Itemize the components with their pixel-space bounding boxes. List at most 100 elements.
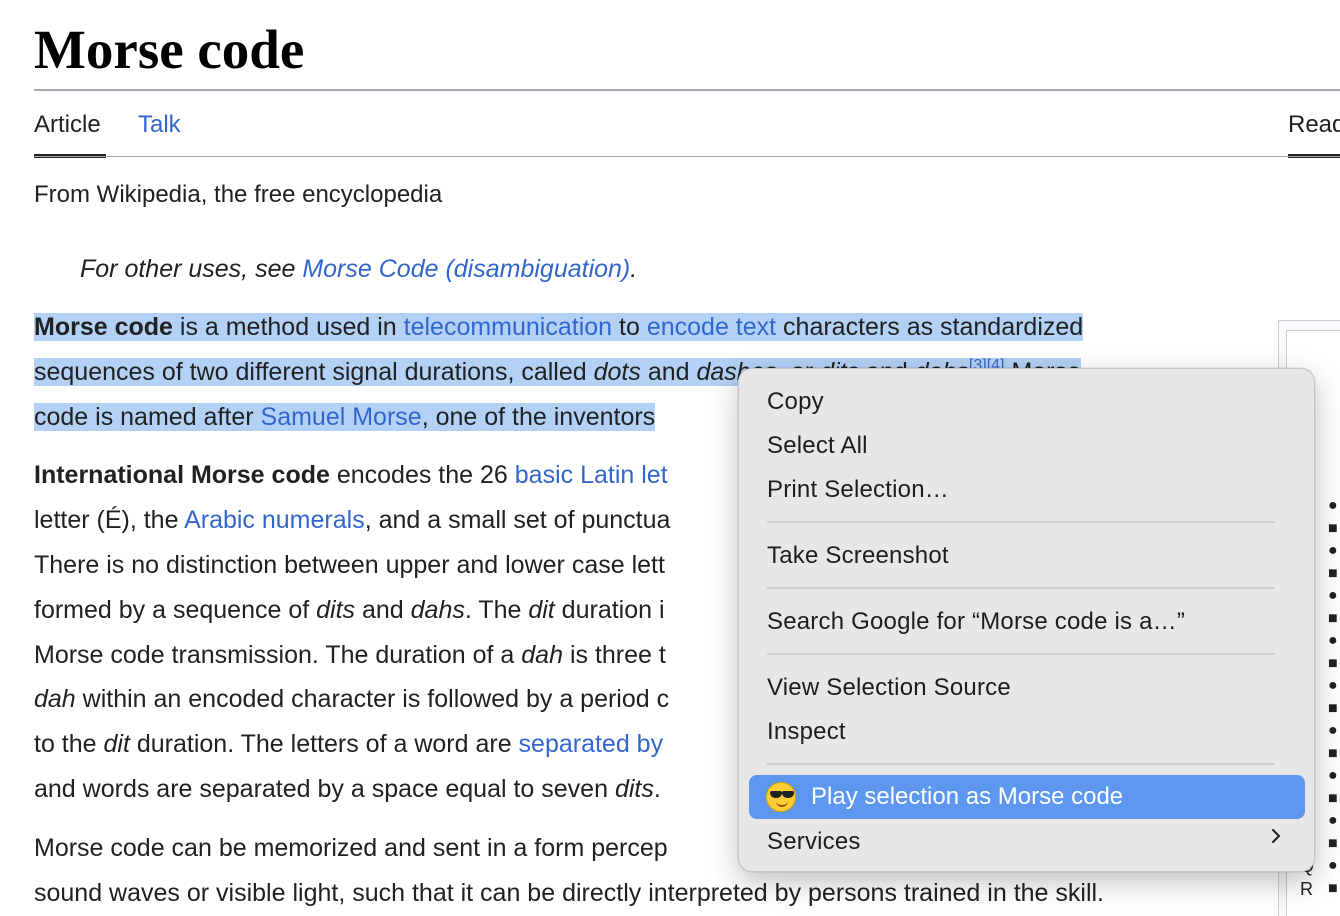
- paragraph-2-line-5: Morse code transmission. The duration of…: [34, 638, 666, 672]
- text: within an encoded character is followed …: [75, 685, 670, 713]
- paragraph-1-line-1: Morse code is a method used in telecommu…: [34, 310, 1084, 344]
- site-tagline: From Wikipedia, the free encyclopedia: [34, 181, 443, 208]
- bold-term: Morse code: [34, 313, 173, 341]
- morse-symbol: ●: [1328, 587, 1338, 604]
- morse-symbol: ■: [1328, 699, 1338, 717]
- text: dots: [593, 358, 641, 386]
- morse-letter: R: [1300, 878, 1313, 899]
- tab-read[interactable]: Read: [1288, 110, 1340, 140]
- link-telecommunication[interactable]: telecommunication: [404, 313, 612, 341]
- morse-symbol: ●: [1328, 812, 1338, 829]
- text: letter (É), the: [34, 506, 185, 534]
- link-arabic-numerals[interactable]: Arabic numerals: [184, 506, 365, 534]
- page-title: Morse code: [34, 19, 305, 80]
- text: is a method used in: [172, 313, 404, 341]
- text: , one of the inventors: [421, 403, 656, 431]
- morse-symbol: ●: [1328, 677, 1338, 694]
- text: duration i: [554, 596, 665, 624]
- morse-symbol: ■: [1328, 564, 1338, 582]
- morse-symbol: ■: [1328, 609, 1338, 627]
- tabs-divider: [34, 156, 1340, 157]
- text: sequences of two different signal durati…: [34, 358, 594, 386]
- text: dit: [528, 596, 555, 624]
- sunglasses-emoji-icon: [766, 782, 796, 812]
- chevron-right-icon: [1272, 829, 1280, 843]
- morse-symbol: ●: [1328, 542, 1338, 559]
- menu-separator: [767, 653, 1275, 655]
- menu-separator: [767, 587, 1275, 589]
- paragraph-2-line-7: to the dit duration. The letters of a wo…: [34, 727, 663, 761]
- link-encode-text[interactable]: encode text: [647, 313, 776, 341]
- text: sound waves or visible light, such that …: [34, 879, 1104, 907]
- morse-symbol: ●: [1328, 632, 1338, 649]
- text: formed by a sequence of: [34, 596, 317, 624]
- morse-symbol: ■: [1328, 834, 1338, 852]
- paragraph-2-line-4: formed by a sequence of dits and dahs. T…: [34, 593, 665, 627]
- paragraph-3-line-1: Morse code can be memorized and sent in …: [34, 831, 668, 865]
- tab-article[interactable]: Article: [34, 110, 101, 140]
- title-divider: [34, 89, 1340, 91]
- morse-symbol: ■: [1328, 789, 1338, 807]
- text: and: [640, 358, 697, 386]
- text: and: [355, 596, 411, 624]
- paragraph-2-line-8: and words are separated by a space equal…: [34, 772, 661, 806]
- menu-item-select-all[interactable]: Select All: [767, 431, 868, 461]
- hatnote-prefix: For other uses, see: [80, 255, 303, 283]
- text: Morse code transmission. The duration of…: [34, 641, 522, 669]
- text: dahs: [410, 596, 465, 624]
- text: dits: [316, 596, 356, 624]
- text: Morse code can be memorized and sent in …: [34, 834, 668, 862]
- text: and words are separated by a space equal…: [34, 775, 615, 803]
- link-basic-latin[interactable]: basic Latin let: [515, 461, 668, 489]
- text: dit: [103, 730, 130, 758]
- menu-item-print-selection[interactable]: Print Selection…: [767, 475, 949, 505]
- paragraph-2-line-1: International Morse code encodes the 26 …: [34, 458, 668, 492]
- menu-item-play-morse[interactable]: Play selection as Morse code: [749, 775, 1305, 819]
- paragraph-2-line-2: letter (É), the Arabic numerals, and a s…: [34, 503, 670, 537]
- menu-item-play-morse-label: Play selection as Morse code: [811, 783, 1124, 810]
- bold-term: International Morse code: [34, 461, 330, 489]
- text: dits: [614, 775, 654, 803]
- link-separated-by[interactable]: separated by: [519, 730, 664, 758]
- menu-separator: [767, 521, 1275, 523]
- text: .: [653, 775, 661, 803]
- morse-symbol: ■: [1328, 744, 1338, 762]
- text: dah: [521, 641, 563, 669]
- menu-separator: [767, 763, 1275, 765]
- tab-talk[interactable]: Talk: [138, 110, 181, 140]
- menu-item-copy[interactable]: Copy: [767, 387, 824, 417]
- text: is three t: [563, 641, 666, 669]
- morse-symbol: ●: [1328, 497, 1338, 514]
- menu-item-take-screenshot[interactable]: Take Screenshot: [767, 541, 949, 571]
- text: characters as standardized: [776, 313, 1084, 341]
- text: . The: [464, 596, 529, 624]
- text: encodes the 26: [329, 461, 515, 489]
- morse-symbol: ■: [1328, 879, 1338, 897]
- morse-symbol: ■: [1328, 654, 1338, 672]
- menu-item-search-google[interactable]: Search Google for “Morse code is a…”: [767, 607, 1185, 637]
- text: to: [612, 313, 647, 341]
- context-menu: Copy Select All Print Selection… Take Sc…: [738, 368, 1315, 872]
- paragraph-2-line-6: dah within an encoded character is follo…: [34, 682, 669, 716]
- hatnote-suffix: .: [630, 255, 638, 283]
- text: code is named after: [34, 403, 261, 431]
- menu-item-inspect[interactable]: Inspect: [767, 717, 846, 747]
- menu-item-view-selection-source[interactable]: View Selection Source: [767, 673, 1011, 703]
- wikipedia-page: Morse code Article Talk Read From Wikipe…: [0, 0, 1340, 916]
- morse-symbol: ●: [1328, 722, 1338, 739]
- text: duration. The letters of a word are: [129, 730, 519, 758]
- morse-chart-row: R ■: [1300, 878, 1338, 899]
- hatnote: For other uses, see Morse Code (disambig…: [80, 254, 637, 284]
- text: to the: [34, 730, 104, 758]
- paragraph-2-line-3: There is no distinction between upper an…: [34, 548, 665, 582]
- paragraph-1-line-3: code is named after Samuel Morse, one of…: [34, 400, 656, 434]
- text: , and a small set of punctua: [364, 506, 671, 534]
- text: dah: [34, 685, 76, 713]
- morse-symbol: ■: [1328, 519, 1338, 537]
- disambiguation-link[interactable]: Morse Code (disambiguation): [302, 255, 630, 283]
- link-samuel-morse[interactable]: Samuel Morse: [261, 403, 422, 431]
- text: There is no distinction between upper an…: [34, 551, 665, 579]
- menu-item-services[interactable]: Services: [767, 827, 861, 857]
- paragraph-3-line-2: sound waves or visible light, such that …: [34, 876, 1104, 910]
- morse-symbol: ●: [1328, 857, 1338, 874]
